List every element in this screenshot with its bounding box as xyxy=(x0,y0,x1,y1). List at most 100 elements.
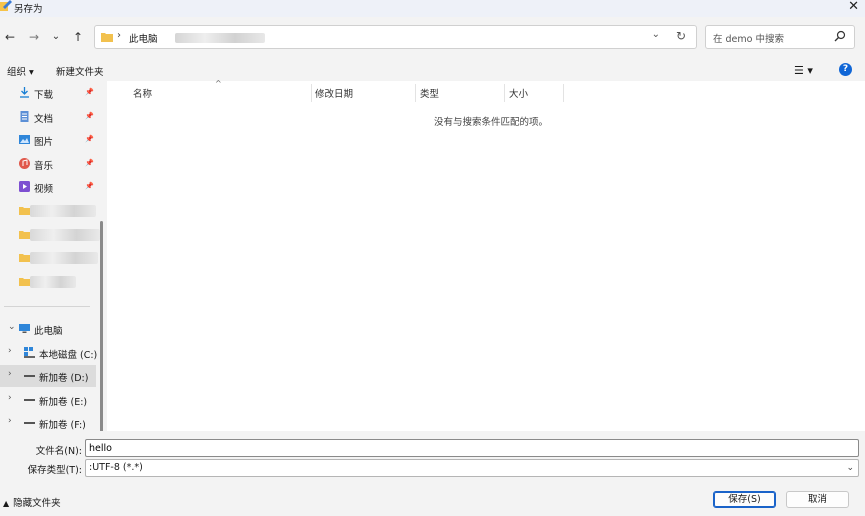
column-header-date[interactable]: 修改日期 xyxy=(315,86,353,100)
column-header-type[interactable]: 类型 xyxy=(420,86,439,100)
save-button[interactable]: 保存(S) xyxy=(713,491,776,508)
close-icon[interactable]: ✕ xyxy=(848,0,859,14)
sidebar-item-label: 新加卷 (D:) xyxy=(39,373,89,384)
save-footer: 文件名(N): 保存类型(T): :UTF-8 (*.*) ⌄ ▲隐藏文件夹 保… xyxy=(0,431,865,516)
chevron-down-icon[interactable]: ⌄ xyxy=(652,29,660,40)
navigation-pane: 下载 📌 文档 📌 图片 📌 音乐 📌 视频 📌 ⌄ 此电脑 › 本地磁盘 (C… xyxy=(0,81,106,451)
chevron-right-icon[interactable]: › xyxy=(8,393,12,403)
column-divider[interactable] xyxy=(415,84,416,102)
title-bar: 另存为 ✕ xyxy=(0,0,865,17)
sidebar-scrollbar[interactable] xyxy=(100,221,103,451)
filename-input[interactable] xyxy=(85,439,859,457)
sidebar-item-folder[interactable] xyxy=(0,247,98,269)
sidebar-item-label: 下载 xyxy=(34,90,54,101)
redacted-label xyxy=(30,205,96,217)
search-icon[interactable] xyxy=(834,30,846,42)
window-title: 另存为 xyxy=(14,4,43,15)
sidebar-item-drive-c[interactable]: › 本地磁盘 (C:) xyxy=(0,342,98,364)
music-icon xyxy=(19,158,30,169)
sidebar-item-this-pc[interactable]: ⌄ 此电脑 xyxy=(0,318,96,340)
chevron-right-icon[interactable]: › xyxy=(8,369,12,379)
sidebar-item-label: 本地磁盘 (C:) xyxy=(39,350,98,361)
recent-locations-button[interactable]: ⌄ xyxy=(48,31,64,42)
hide-folders-label: 隐藏文件夹 xyxy=(13,498,61,509)
drive-icon xyxy=(24,422,35,424)
video-icon xyxy=(19,181,30,192)
filename-label: 文件名(N): xyxy=(35,446,82,457)
search-box[interactable]: 在 demo 中搜索 xyxy=(705,25,855,49)
pin-icon[interactable]: 📌 xyxy=(85,182,94,190)
sidebar-item-pictures[interactable]: 图片 📌 xyxy=(0,129,96,151)
chevron-down-icon[interactable]: ⌄ xyxy=(8,322,16,332)
redacted-label xyxy=(30,252,98,264)
breadcrumb-this-pc[interactable]: 此电脑 xyxy=(129,31,158,45)
drive-icon xyxy=(24,399,35,401)
folder-icon xyxy=(101,33,113,42)
sidebar-item-drive-e[interactable]: › 新加卷 (E:) xyxy=(0,389,96,411)
document-icon xyxy=(20,111,29,122)
sidebar-item-documents[interactable]: 文档 📌 xyxy=(0,106,96,128)
chevron-down-icon[interactable]: ⌄ xyxy=(846,460,854,476)
sidebar-item-label: 音乐 xyxy=(34,161,54,172)
sidebar-item-folder[interactable] xyxy=(0,224,100,246)
drive-icon xyxy=(24,375,35,377)
address-bar[interactable]: › 此电脑 ⌄ ↻ xyxy=(94,25,697,49)
chevron-up-icon: ▲ xyxy=(3,499,10,508)
sidebar-item-videos[interactable]: 视频 📌 xyxy=(0,176,96,198)
filetype-label: 保存类型(T): xyxy=(27,465,82,476)
breadcrumb-redacted xyxy=(175,33,265,43)
sidebar-item-label: 此电脑 xyxy=(34,326,63,337)
help-icon[interactable]: ? xyxy=(839,63,852,76)
sidebar-item-label: 文档 xyxy=(34,114,54,125)
sidebar-item-downloads[interactable]: 下载 📌 xyxy=(0,82,96,104)
back-button[interactable]: ← xyxy=(2,30,18,44)
app-icon xyxy=(0,0,12,11)
forward-button[interactable]: → xyxy=(26,30,42,44)
sidebar-item-folder[interactable] xyxy=(0,271,96,293)
pin-icon[interactable]: 📌 xyxy=(85,112,94,120)
pin-icon[interactable]: 📌 xyxy=(85,159,94,167)
empty-message: 没有与搜索条件匹配的项。 xyxy=(434,117,549,128)
pin-icon[interactable]: 📌 xyxy=(85,135,94,143)
picture-icon xyxy=(19,135,30,144)
sidebar-item-label: 视频 xyxy=(34,184,54,195)
folder-icon xyxy=(19,278,30,286)
computer-icon xyxy=(19,324,30,333)
cancel-button[interactable]: 取消 xyxy=(786,491,849,508)
column-header-name[interactable]: 名称 xyxy=(133,86,152,100)
column-divider[interactable] xyxy=(504,84,505,102)
folder-icon xyxy=(19,231,30,239)
column-divider[interactable] xyxy=(311,84,312,102)
address-row: ← → ⌄ ↑ › 此电脑 ⌄ ↻ 在 demo 中搜索 xyxy=(0,17,865,61)
filetype-value: :UTF-8 (*.*) xyxy=(89,462,143,473)
hide-folders-button[interactable]: ▲ 隐藏文件夹 xyxy=(3,495,61,509)
sidebar-item-music[interactable]: 音乐 📌 xyxy=(0,153,96,175)
sidebar-item-folder[interactable] xyxy=(0,200,96,222)
search-input[interactable]: 在 demo 中搜索 xyxy=(713,31,784,45)
pin-icon[interactable]: 📌 xyxy=(85,88,94,96)
command-bar: 组织 ▾ 新建文件夹 ☰ ▾ ? xyxy=(0,61,865,81)
column-divider[interactable] xyxy=(563,84,564,102)
folder-icon xyxy=(19,254,30,262)
up-button[interactable]: ↑ xyxy=(70,30,86,44)
refresh-icon[interactable]: ↻ xyxy=(676,29,686,43)
filetype-select[interactable]: :UTF-8 (*.*) ⌄ xyxy=(85,459,859,477)
sidebar-item-label: 新加卷 (E:) xyxy=(39,397,88,408)
view-options-icon[interactable]: ☰ ▾ xyxy=(794,64,813,77)
file-list: ^ 名称 修改日期 类型 大小 没有与搜索条件匹配的项。 xyxy=(107,79,865,431)
sidebar-item-label: 图片 xyxy=(34,137,54,148)
windows-drive-icon xyxy=(24,347,35,358)
new-folder-button[interactable]: 新建文件夹 xyxy=(56,64,104,78)
chevron-right-icon[interactable]: › xyxy=(8,416,12,426)
organize-button[interactable]: 组织 ▾ xyxy=(7,64,34,78)
sidebar-item-drive-d[interactable]: › 新加卷 (D:) xyxy=(0,365,96,387)
chevron-right-icon[interactable]: › xyxy=(8,346,12,356)
redacted-label xyxy=(30,276,76,288)
sort-up-icon: ^ xyxy=(215,79,222,88)
sidebar-item-label: 新加卷 (F:) xyxy=(39,420,86,431)
column-header-size[interactable]: 大小 xyxy=(509,86,528,100)
sidebar-divider xyxy=(4,306,90,307)
breadcrumb-separator: › xyxy=(117,30,121,41)
download-icon xyxy=(20,87,29,98)
redacted-label xyxy=(30,229,100,241)
